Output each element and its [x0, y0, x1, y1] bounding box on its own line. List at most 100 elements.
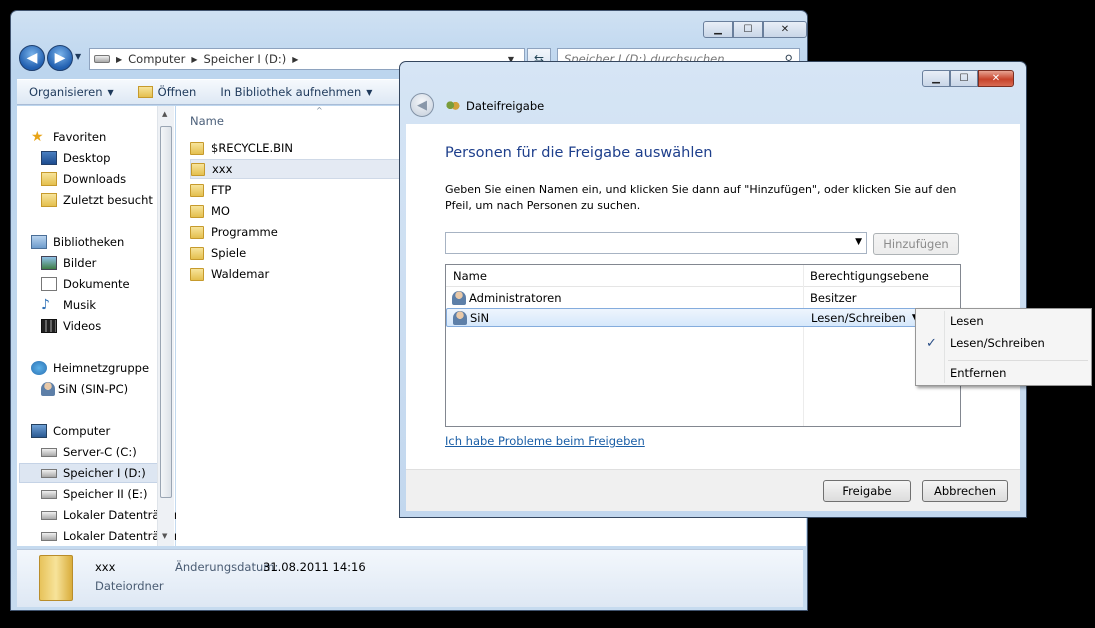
- breadcrumb-drive[interactable]: Speicher I (D:): [203, 52, 286, 66]
- file-item[interactable]: MO: [190, 201, 410, 221]
- nav-favorites[interactable]: ★ Favoriten: [31, 127, 177, 147]
- column-header-permission[interactable]: Berechtigungsebene: [810, 269, 929, 283]
- minimize-button[interactable]: ▁: [703, 21, 733, 38]
- desktop-icon: [41, 151, 57, 165]
- back-button[interactable]: ◀: [19, 45, 45, 71]
- navigation-scrollbar[interactable]: ▲ ▼: [157, 106, 174, 546]
- drive-icon: [41, 510, 57, 520]
- add-button[interactable]: Hinzufügen: [873, 233, 959, 255]
- menu-item-read-write[interactable]: ✓ Lesen/Schreiben: [918, 332, 1089, 354]
- menu-separator: [948, 360, 1088, 361]
- drive-icon: [94, 55, 110, 63]
- drive-icon: [41, 489, 57, 499]
- videos-icon: [41, 319, 57, 333]
- permission-row[interactable]: Administratoren Besitzer: [446, 289, 960, 308]
- column-header-name[interactable]: Name: [453, 269, 487, 283]
- nav-homegroup[interactable]: Heimnetzgruppe: [31, 358, 177, 378]
- folder-icon: [190, 141, 204, 155]
- permissions-list-header: Name Berechtigungsebene: [446, 265, 960, 287]
- file-item[interactable]: FTP: [190, 180, 410, 200]
- music-icon: ♪: [41, 297, 50, 313]
- library-icon: [31, 235, 47, 249]
- system-drive-icon: [41, 447, 57, 457]
- menu-item-read[interactable]: Lesen: [918, 310, 1089, 332]
- permission-dropdown[interactable]: Lesen/Schreiben▼: [811, 311, 919, 325]
- dialog-back-button[interactable]: ◀: [410, 93, 434, 117]
- folder-icon: [190, 204, 204, 218]
- dialog-minimize-button[interactable]: ▁: [922, 70, 950, 87]
- file-item[interactable]: Spiele: [190, 243, 410, 263]
- folder-icon: [190, 225, 204, 239]
- dialog-instructions: Geben Sie einen Namen ein, und klicken S…: [445, 183, 957, 212]
- homegroup-icon: [31, 361, 47, 375]
- scroll-down-icon[interactable]: ▼: [162, 532, 167, 540]
- include-in-library-menu[interactable]: In Bibliothek aufnehmen ▼: [208, 85, 384, 99]
- sort-up-icon: ^: [316, 106, 323, 115]
- dialog-content: Personen für die Freigabe auswählen Gebe…: [406, 124, 1020, 469]
- nav-drive-d[interactable]: Speicher I (D:): [19, 463, 163, 483]
- folder-icon: [191, 162, 205, 176]
- user-icon: [41, 382, 55, 396]
- organize-menu[interactable]: Organisieren ▼: [17, 85, 126, 99]
- folder-icon: [190, 183, 204, 197]
- nav-libraries[interactable]: Bibliotheken: [31, 232, 177, 252]
- nav-computer[interactable]: Computer: [31, 421, 177, 441]
- downloads-icon: [41, 172, 57, 186]
- group-icon: [452, 291, 466, 305]
- dialog-footer: Freigabe Abbrechen: [406, 469, 1020, 511]
- chevron-down-icon: ▼: [107, 87, 114, 97]
- explorer-window-controls: ▁ ☐ ✕: [703, 21, 807, 38]
- documents-icon: [41, 277, 57, 291]
- navigation-pane: ★ Favoriten Desktop Downloads Zuletzt bes…: [17, 106, 179, 546]
- history-dropdown-icon[interactable]: ▼: [75, 52, 81, 61]
- user-icon: [453, 311, 467, 325]
- dialog-close-button[interactable]: ✕: [978, 70, 1014, 87]
- chevron-down-icon[interactable]: ▼: [855, 237, 862, 247]
- sharing-help-link[interactable]: Ich habe Probleme beim Freigeben: [445, 434, 645, 448]
- scrollbar-thumb[interactable]: [160, 126, 172, 498]
- share-button[interactable]: Freigabe: [823, 480, 911, 502]
- recent-places-icon: [41, 193, 57, 207]
- dialog-window-controls: ▁ ☐ ✕: [922, 70, 1014, 87]
- breadcrumb-separator-icon[interactable]: ▶: [191, 55, 197, 64]
- folder-icon: [39, 555, 73, 601]
- details-pane: xxx Änderungsdatum: 31.08.2011 14:16 Dat…: [17, 549, 803, 607]
- permission-context-menu: Lesen ✓ Lesen/Schreiben Entfernen: [915, 308, 1092, 386]
- file-item[interactable]: Programme: [190, 222, 410, 242]
- breadcrumb-computer[interactable]: Computer: [128, 52, 185, 66]
- file-item[interactable]: $RECYCLE.BIN: [190, 138, 410, 158]
- folder-icon: [190, 267, 204, 281]
- maximize-button[interactable]: ☐: [733, 21, 763, 38]
- forward-button[interactable]: ▶: [47, 45, 73, 71]
- menu-item-remove[interactable]: Entfernen: [918, 362, 1089, 384]
- details-name: xxx: [95, 560, 116, 574]
- breadcrumb-separator-icon[interactable]: ▶: [116, 55, 122, 64]
- permission-row-selected[interactable]: SiN Lesen/Schreiben▼: [446, 308, 960, 327]
- person-name-combobox[interactable]: ▼: [445, 232, 867, 254]
- dialog-maximize-button[interactable]: ☐: [950, 70, 978, 87]
- drive-icon: [41, 531, 57, 541]
- checkmark-icon: ✓: [926, 335, 937, 351]
- breadcrumb-separator-icon[interactable]: ▶: [292, 55, 298, 64]
- sharing-users-icon: [445, 99, 460, 113]
- drive-icon: [41, 468, 57, 478]
- column-header-name[interactable]: Name: [190, 114, 224, 128]
- star-icon: ★: [31, 129, 44, 145]
- file-item[interactable]: Waldemar: [190, 264, 410, 284]
- folder-icon: [190, 246, 204, 260]
- open-button[interactable]: Öffnen: [126, 85, 209, 99]
- dialog-heading: Personen für die Freigabe auswählen: [445, 145, 713, 161]
- details-modified-value: 31.08.2011 14:16: [263, 560, 366, 574]
- details-type: Dateiordner: [95, 579, 164, 593]
- dialog-title: Dateifreigabe: [445, 99, 544, 113]
- permissions-list: Name Berechtigungsebene Administratoren …: [445, 264, 961, 427]
- open-folder-icon: [137, 86, 153, 98]
- close-button[interactable]: ✕: [763, 21, 807, 38]
- file-sharing-dialog: ▁ ☐ ✕ ◀ Dateifreigabe Personen für die F…: [399, 61, 1027, 518]
- computer-icon: [31, 424, 47, 438]
- pictures-icon: [41, 256, 57, 270]
- cancel-button[interactable]: Abbrechen: [922, 480, 1008, 502]
- file-item-selected[interactable]: xxx: [190, 159, 410, 179]
- chevron-down-icon: ▼: [366, 87, 373, 97]
- scroll-up-icon[interactable]: ▲: [162, 110, 167, 118]
